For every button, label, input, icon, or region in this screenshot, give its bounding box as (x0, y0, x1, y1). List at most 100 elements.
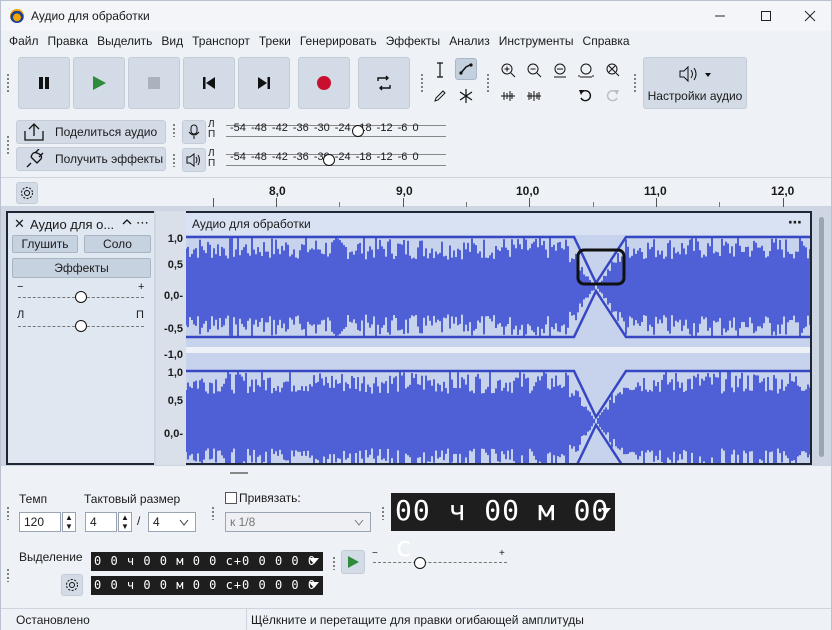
track-control-panel[interactable]: ✕ Аудио для о... ⋯ Глушить Соло Эффекты … (6, 211, 154, 465)
selection-tool-button[interactable] (429, 59, 451, 81)
speed-minus-label: − (372, 548, 378, 559)
menu-select[interactable]: Выделить (95, 34, 159, 48)
tools-grip[interactable] (420, 73, 424, 93)
time-signature-label: Тактовый размер (84, 492, 181, 506)
time-display[interactable]: 00 ч 00 м 00 с (391, 493, 615, 563)
edit-grip[interactable] (486, 73, 490, 93)
menu-view[interactable]: Вид (159, 34, 190, 48)
undo-button[interactable] (575, 85, 597, 107)
pan-slider-thumb[interactable] (75, 320, 87, 332)
play-speed-track[interactable] (373, 562, 507, 563)
clip-header[interactable]: Аудио для обработки ⋯ (186, 213, 810, 235)
selection-grip[interactable] (6, 568, 10, 582)
chevron-down-icon (354, 519, 364, 526)
time-sig-numerator[interactable]: 4 (85, 512, 117, 532)
draw-tool-button[interactable] (429, 85, 451, 107)
pause-button[interactable] (18, 57, 70, 109)
record-meter-channels: Л П (208, 119, 216, 140)
stop-button[interactable] (128, 57, 180, 109)
gain-slider-thumb[interactable] (75, 291, 87, 303)
snap-checkbox[interactable] (225, 492, 237, 504)
timeline-options-button[interactable] (16, 182, 38, 204)
playback-meter-button[interactable] (182, 148, 206, 172)
pan-left-label: Л (17, 309, 25, 321)
play-speed-thumb[interactable] (413, 557, 426, 569)
skip-to-end-button[interactable] (238, 57, 290, 109)
amplitude-scale[interactable]: 1,0 0,5 0,0- -0,5 -1,0 1,0 0,5 0,0- (156, 211, 186, 465)
tempo-spinner[interactable]: ▲ ▼ (62, 512, 76, 532)
record-meter-slider[interactable] (352, 125, 364, 137)
track-name[interactable]: Аудио для о... (30, 217, 114, 232)
resize-handle[interactable] (230, 472, 248, 474)
vertical-scrollbar[interactable] (819, 217, 824, 457)
skip-to-start-button[interactable] (183, 57, 235, 109)
clip-menu-button[interactable]: ⋯ (788, 214, 802, 231)
menu-analyze[interactable]: Анализ (447, 34, 497, 48)
maximize-button[interactable] (743, 1, 789, 31)
play-meter-grip[interactable] (172, 153, 176, 167)
zoom-out-button[interactable] (523, 59, 545, 81)
clip-title: Аудио для обработки (192, 217, 311, 231)
multi-tool-button[interactable] (455, 85, 477, 107)
close-button[interactable] (787, 1, 832, 31)
record-meter-button[interactable] (182, 120, 206, 144)
zoom-out-icon (527, 63, 542, 78)
bottom-toolbar: Темп 120 ▲ ▼ Тактовый размер 4 ▲ ▼ / 4 При… (1, 465, 831, 607)
silence-audio-button[interactable] (523, 85, 545, 107)
track-effects-button[interactable]: Эффекты (12, 258, 151, 278)
share-audio-button[interactable]: Поделиться аудио (16, 120, 166, 144)
mute-button[interactable]: Глушить (12, 235, 78, 253)
snap-select[interactable]: к 1/8 (225, 512, 371, 532)
speed-plus-label: + (499, 548, 505, 559)
record-meter[interactable]: Л П -54 -48 -42 -36 -30 -24 -18 -12 -6 0 (208, 119, 446, 142)
selection-start-time[interactable]: 0 0 ч 0 0 м 0 0 с+0 0 0 0 0 сэмплов (91, 552, 323, 571)
zoom-in-icon (501, 63, 516, 78)
time-sig-grip[interactable] (6, 506, 10, 520)
track-close-button[interactable]: ✕ (14, 216, 25, 232)
waveform-canvas[interactable] (186, 235, 812, 465)
track-menu-button[interactable]: ⋯ (136, 215, 149, 231)
waveform-clip[interactable]: Аудио для обработки ⋯ (186, 211, 812, 465)
playback-meter[interactable]: Л П -54 -48 -42 -36 -30 -24 -18 -12 -6 0 (208, 149, 446, 171)
get-effects-button[interactable]: Получить эффекты (16, 147, 166, 171)
loop-button[interactable] (358, 57, 410, 109)
time-grip[interactable] (381, 506, 385, 520)
zoom-toggle-button[interactable] (601, 59, 623, 81)
zoom-in-button[interactable] (497, 59, 519, 81)
tempo-input[interactable]: 120 (19, 512, 61, 532)
toolbar-grip[interactable] (6, 73, 10, 93)
play-at-speed-button[interactable] (341, 550, 365, 574)
fit-project-button[interactable] (575, 59, 597, 81)
time-sig-spinner[interactable]: ▲ ▼ (118, 512, 132, 532)
timeline-ruler[interactable]: 8,0 9,0 10,0 11,0 12,0 (1, 177, 831, 207)
snap-grip[interactable] (211, 506, 215, 520)
fit-selection-button[interactable] (549, 59, 571, 81)
selection-options-button[interactable] (61, 574, 83, 596)
menu-tracks[interactable]: Треки (257, 34, 298, 48)
trim-icon (501, 91, 515, 101)
menu-transport[interactable]: Транспорт (190, 34, 257, 48)
menu-generate[interactable]: Генерировать (298, 34, 384, 48)
solo-button[interactable]: Соло (84, 235, 151, 253)
audio-setup-grip[interactable] (633, 73, 637, 93)
redo-button[interactable] (601, 85, 623, 107)
record-button[interactable] (298, 57, 350, 109)
play-button[interactable] (73, 57, 125, 109)
window-title: Аудио для обработки (31, 9, 150, 23)
trim-audio-button[interactable] (497, 85, 519, 107)
share-grip[interactable] (6, 135, 10, 155)
minimize-button[interactable] (697, 1, 743, 31)
selection-end-time[interactable]: 0 0 ч 0 0 м 0 0 с+0 0 0 0 0 сэмплов (91, 576, 323, 595)
scale-top-m05: -0,5 (164, 323, 183, 335)
menu-help[interactable]: Справка (581, 34, 637, 48)
rec-meter-grip[interactable] (172, 123, 176, 137)
audio-settings-button[interactable]: Настройки аудио (643, 57, 747, 109)
menu-tools[interactable]: Инструменты (497, 34, 581, 48)
menu-effects[interactable]: Эффекты (384, 34, 448, 48)
track-collapse-button[interactable] (122, 216, 132, 230)
menu-edit[interactable]: Правка (46, 34, 96, 48)
menu-file[interactable]: Файл (7, 34, 46, 48)
time-sig-denominator[interactable]: 4 (148, 512, 196, 532)
envelope-tool-button[interactable] (455, 58, 477, 80)
play-at-speed-grip[interactable] (332, 556, 336, 570)
